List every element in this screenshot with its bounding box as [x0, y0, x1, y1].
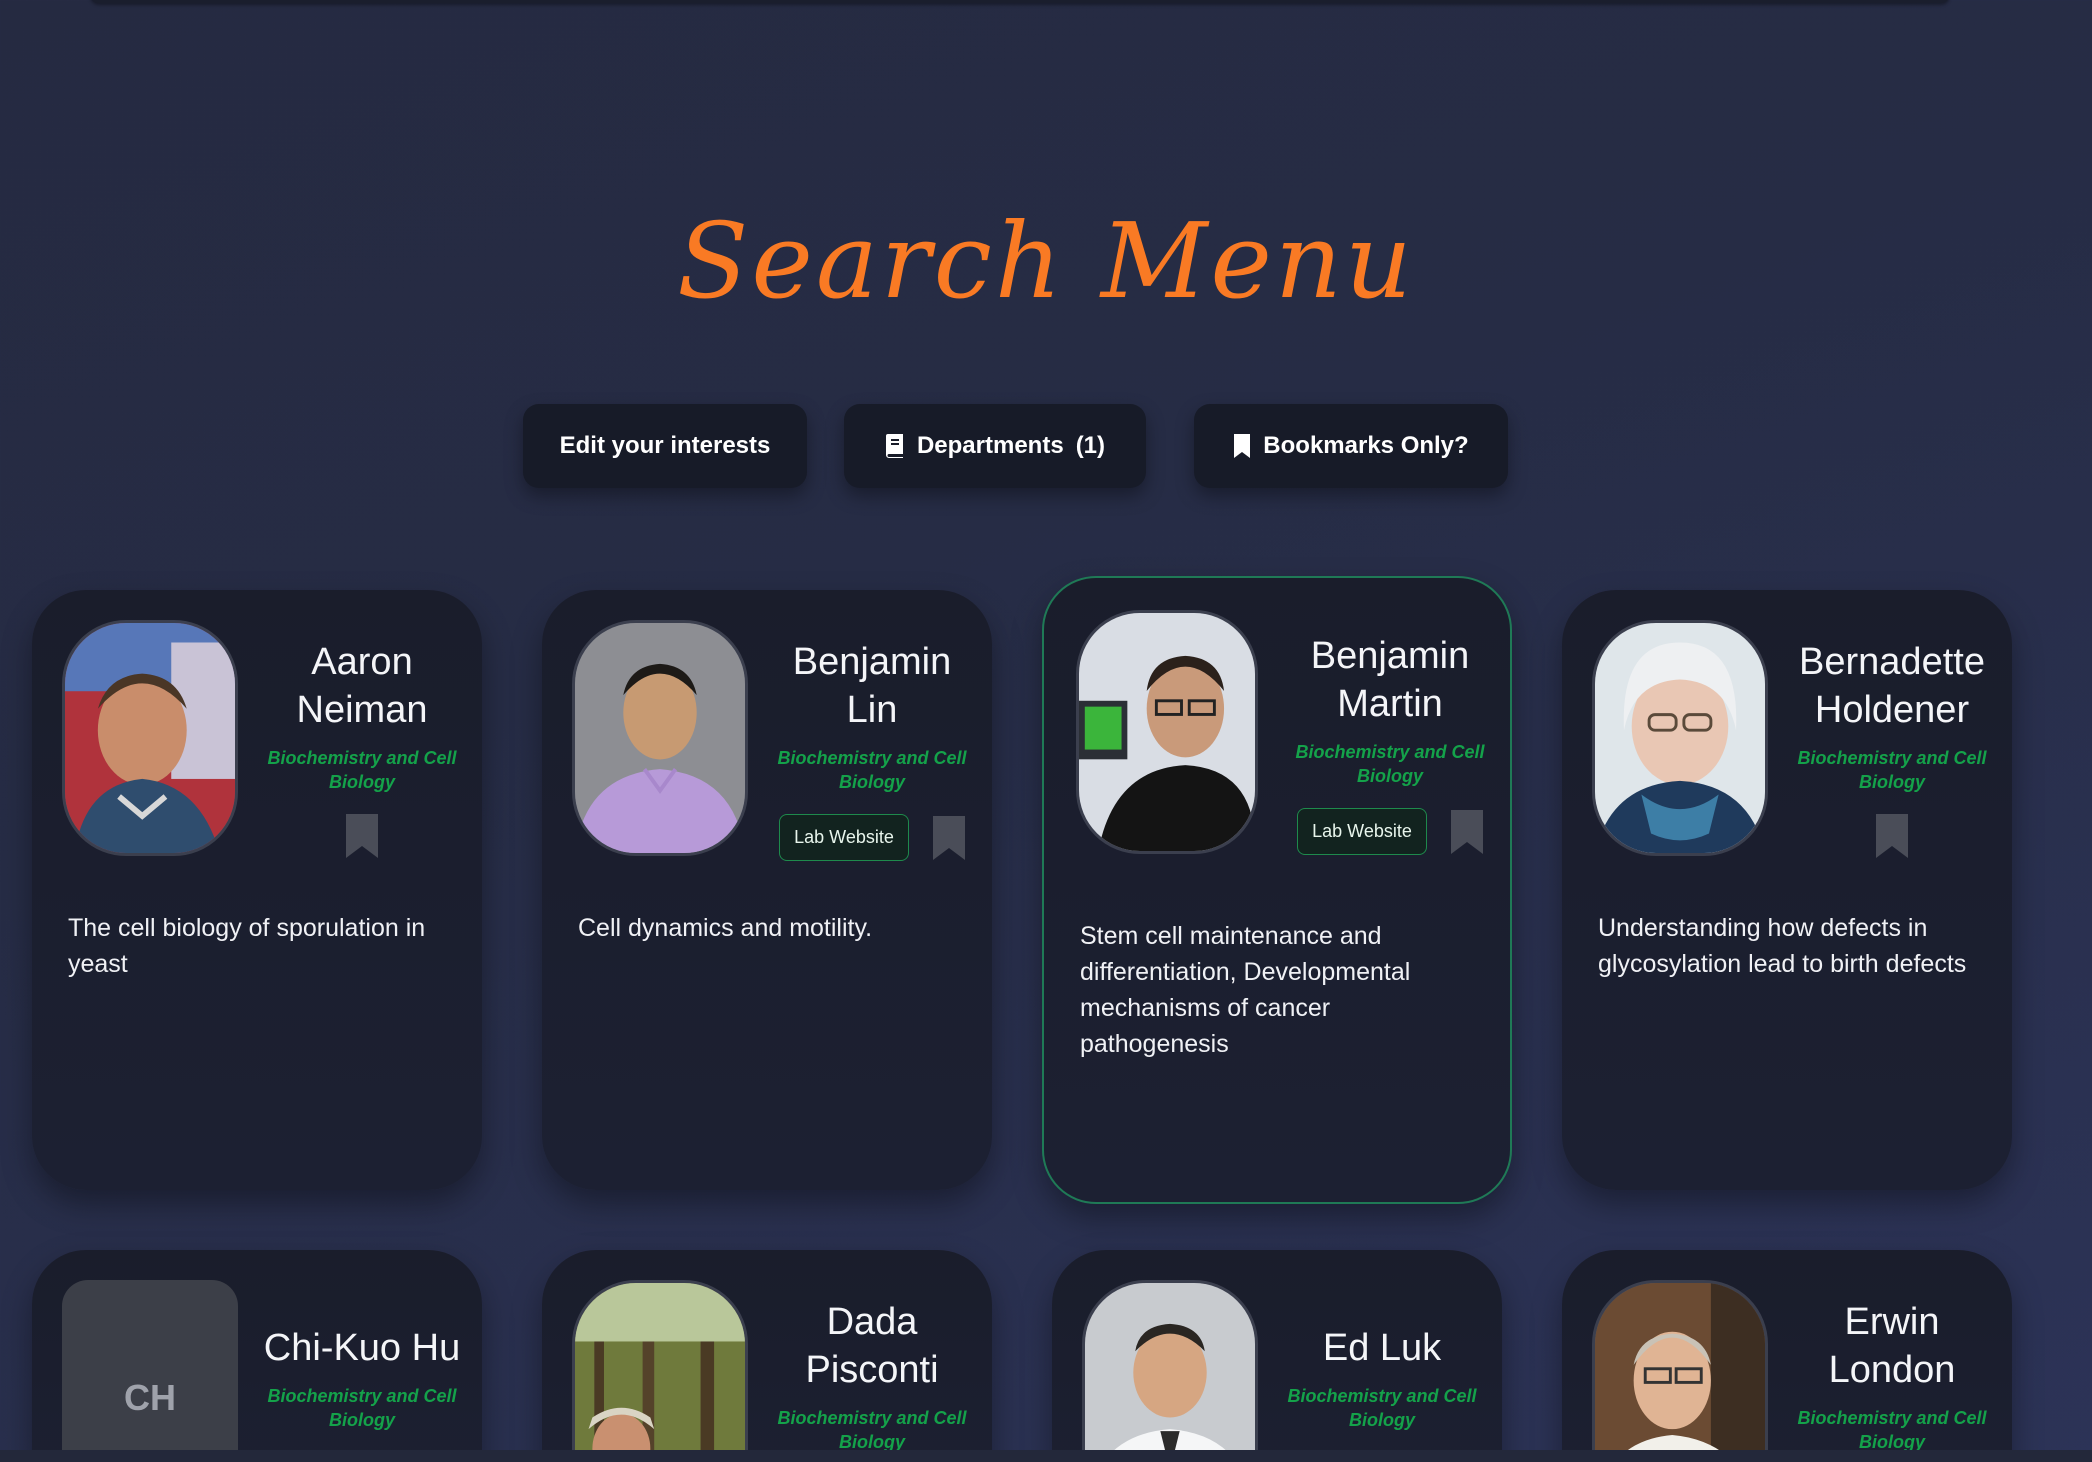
- card-info: Bernadette Holdener Biochemistry and Cel…: [1788, 638, 1996, 858]
- bottom-edge: [0, 1450, 2092, 1462]
- faculty-card[interactable]: Erwin London Biochemistry and Cell Biolo…: [1562, 1250, 2012, 1462]
- card-info: Benjamin Martin Biochemistry and Cell Bi…: [1282, 632, 1498, 855]
- faculty-card[interactable]: CH Chi-Kuo Hu Biochemistry and Cell Biol…: [32, 1250, 482, 1462]
- faculty-name-line2: Neiman: [296, 689, 428, 731]
- portrait-photo: [1082, 1280, 1258, 1462]
- bookmark-icon[interactable]: [1450, 809, 1483, 854]
- bookmark-icon[interactable]: [1876, 814, 1908, 858]
- faculty-card-hovered[interactable]: Benjamin Martin Biochemistry and Cell Bi…: [1042, 576, 1512, 1204]
- card-info: Dada Pisconti Biochemistry and Cell Biol…: [768, 1298, 976, 1454]
- faculty-name-line2: Lin: [846, 689, 898, 731]
- portrait-photo: [62, 620, 238, 856]
- faculty-name-line1: Bernadette: [1799, 641, 1985, 683]
- lab-website-button[interactable]: Lab Website: [779, 814, 909, 861]
- department-label: Biochemistry and Cell Biology: [1295, 742, 1485, 786]
- portrait-photo: [1076, 610, 1258, 854]
- faculty-name-line1: Erwin: [1844, 1301, 1940, 1343]
- faculty-name-line1: Aaron: [311, 641, 413, 683]
- department-label: Biochemistry and Cell Biology: [1287, 1386, 1477, 1430]
- department-label: Biochemistry and Cell Biology: [1797, 748, 1987, 792]
- faculty-name-line2: Holdener: [1814, 689, 1970, 731]
- card-info: Ed Luk Biochemistry and Cell Biology: [1278, 1324, 1486, 1432]
- portrait-photo: [1592, 620, 1768, 856]
- book-icon: [885, 434, 905, 458]
- bookmark-icon: [1233, 434, 1251, 458]
- initials-avatar: CH: [62, 1280, 238, 1462]
- edit-interests-button[interactable]: Edit your interests: [523, 404, 807, 488]
- research-description: Stem cell maintenance and differentiatio…: [1080, 922, 1411, 1058]
- faculty-card[interactable]: Bernadette Holdener Biochemistry and Cel…: [1562, 590, 2012, 1190]
- bookmarks-only-label: Bookmarks Only?: [1263, 432, 1469, 459]
- faculty-name-line1: Benjamin: [1310, 635, 1470, 677]
- department-label: Biochemistry and Cell Biology: [1797, 1408, 1987, 1452]
- portrait-photo: [1592, 1280, 1768, 1462]
- faculty-card[interactable]: Aaron Neiman Biochemistry and Cell Biolo…: [32, 590, 482, 1190]
- portrait-photo: [572, 1280, 748, 1462]
- top-bar: [90, 0, 1950, 3]
- faculty-name-line1: Chi-Kuo Hu: [263, 1327, 461, 1369]
- bookmark-icon[interactable]: [346, 814, 378, 858]
- research-description: The cell biology of sporulation in yeast: [68, 914, 426, 978]
- department-label: Biochemistry and Cell Biology: [777, 1408, 967, 1452]
- bookmark-icon[interactable]: [932, 815, 965, 860]
- department-label: Biochemistry and Cell Biology: [777, 748, 967, 792]
- card-info: Aaron Neiman Biochemistry and Cell Biolo…: [258, 638, 466, 858]
- card-info: Chi-Kuo Hu Biochemistry and Cell Biology: [258, 1324, 466, 1432]
- faculty-name-line2: London: [1828, 1349, 1956, 1391]
- faculty-name-line2: Pisconti: [805, 1349, 939, 1391]
- card-info: Benjamin Lin Biochemistry and Cell Biolo…: [768, 638, 976, 861]
- departments-button[interactable]: Departments (1): [844, 404, 1146, 488]
- faculty-card[interactable]: Ed Luk Biochemistry and Cell Biology: [1052, 1250, 1502, 1462]
- faculty-card[interactable]: Dada Pisconti Biochemistry and Cell Biol…: [542, 1250, 992, 1462]
- edit-interests-label: Edit your interests: [559, 432, 771, 459]
- page-title: Search Menu: [677, 200, 1415, 322]
- filter-controls: Edit your interests Departments (1) Book…: [0, 404, 2092, 488]
- department-label: Biochemistry and Cell Biology: [267, 748, 457, 792]
- lab-website-button[interactable]: Lab Website: [1297, 808, 1427, 855]
- faculty-name-line2: Martin: [1337, 683, 1443, 725]
- faculty-card[interactable]: Benjamin Lin Biochemistry and Cell Biolo…: [542, 590, 992, 1190]
- research-description: Understanding how defects in glycosylati…: [1598, 914, 1967, 978]
- departments-label: Departments: [916, 432, 1064, 459]
- department-label: Biochemistry and Cell Biology: [267, 1386, 457, 1430]
- card-info: Erwin London Biochemistry and Cell Biolo…: [1788, 1298, 1996, 1454]
- faculty-name-line1: Benjamin: [792, 641, 952, 683]
- bookmarks-only-button[interactable]: Bookmarks Only?: [1194, 404, 1508, 488]
- departments-count: (1): [1075, 432, 1106, 459]
- portrait-photo: [572, 620, 748, 856]
- faculty-name-line1: Dada: [826, 1301, 918, 1343]
- faculty-name-line1: Ed Luk: [1322, 1327, 1442, 1369]
- research-description: Cell dynamics and motility.: [578, 914, 873, 942]
